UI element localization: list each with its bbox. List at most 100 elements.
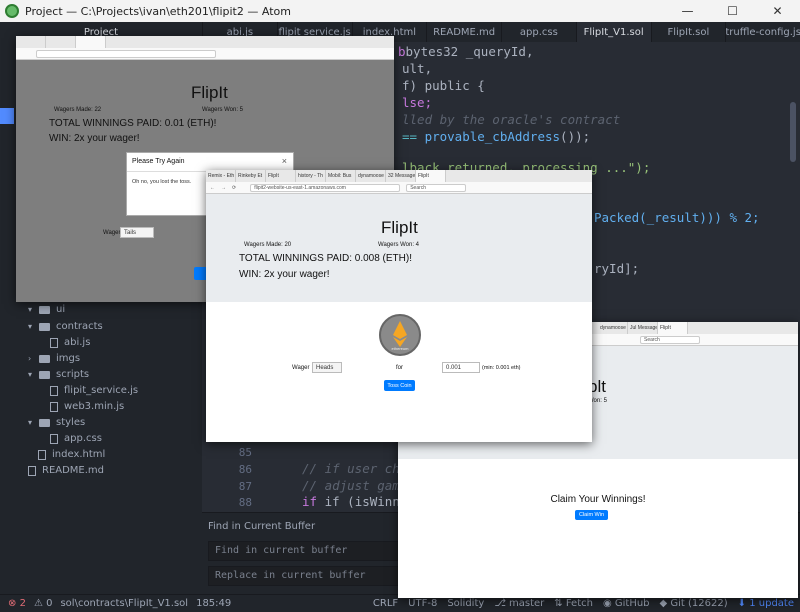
grammar[interactable]: Solidity [447, 598, 484, 609]
tree-file-web3[interactable]: web3.min.js [50, 401, 124, 412]
min-note: (min: 0.001 eth) [482, 365, 521, 371]
git-branch[interactable]: ⎇ master [494, 598, 544, 609]
code-line: // adjust game [302, 478, 408, 493]
file-icon [38, 449, 46, 460]
tree-file-abi[interactable]: abi.js [50, 337, 90, 348]
code-line: lse; [402, 95, 433, 110]
folder-icon [39, 305, 50, 314]
error-count[interactable]: ⊗ 2 [8, 598, 26, 609]
line-number: 87 [238, 480, 252, 493]
app-title: FlipIt [381, 218, 418, 237]
browser-tab[interactable]: Mobil: Bus [326, 170, 356, 182]
browser-tab[interactable]: dynamoose [598, 322, 628, 334]
browser-tab[interactable]: FlipIt [416, 170, 446, 182]
browser-tab[interactable]: FlipIt [658, 322, 688, 334]
browser-tab[interactable]: 32 Messages [386, 170, 416, 182]
git-button[interactable]: ◆ Git (12622) [660, 598, 728, 609]
browser-tab[interactable]: Rinkeby Et [236, 170, 266, 182]
tab-readme[interactable]: README.md [426, 22, 501, 42]
tree-file-index[interactable]: index.html [38, 449, 105, 460]
address-bar[interactable] [36, 49, 216, 58]
search-box[interactable]: Search [406, 183, 467, 192]
back-icon[interactable]: ← [210, 185, 215, 191]
find-panel-title: Find in Current Buffer [208, 521, 316, 532]
modal-close-button[interactable]: × [282, 156, 287, 166]
file-path[interactable]: sol\contracts\FlipIt_V1.sol [60, 598, 188, 609]
line-number: 86 [238, 463, 252, 476]
cursor-position[interactable]: 185:49 [196, 598, 231, 609]
header-area: FlipIt Wagers Made: 20 Wagers Won: 4 TOT… [206, 194, 592, 302]
folder-icon [39, 322, 50, 331]
browser-tab[interactable] [46, 36, 76, 48]
warning-count[interactable]: ⚠ 0 [34, 598, 53, 609]
atom-logo-icon [5, 4, 19, 18]
tab-app-css[interactable]: app.css [501, 22, 576, 42]
browser-tab[interactable] [16, 36, 46, 48]
close-button[interactable]: ✕ [755, 0, 800, 22]
browser-tab[interactable]: dynamoose [356, 170, 386, 182]
encoding[interactable]: UTF-8 [408, 598, 437, 609]
editor-scrollbar[interactable] [790, 102, 796, 162]
atom-titlebar: Project — C:\Projects\ivan\eth201\flipit… [0, 0, 800, 22]
browser-tab[interactable]: history - Th [296, 170, 326, 182]
tab-flipit-sol[interactable]: FlipIt.sol [650, 22, 726, 42]
tree-folder-contracts[interactable]: ▾ contracts [28, 321, 103, 332]
wagers-made: Wagers Made: 22 [54, 107, 102, 113]
modal-title: Please Try Again [132, 158, 185, 165]
code-line: Packed(_result))) % 2; [594, 210, 760, 225]
folder-icon [39, 370, 50, 379]
claim-title: Claim Your Winnings! [550, 494, 646, 505]
claim-area: Claim Your Winnings! Claim Win [398, 459, 798, 598]
line-ending[interactable]: CRLF [373, 598, 398, 609]
modal-body: Oh no, you lost the toss. [132, 179, 192, 185]
browser-tab[interactable] [76, 36, 106, 48]
tab-truffle-config[interactable]: truffle-config.js [725, 22, 800, 42]
file-icon [28, 465, 36, 476]
browser-tab[interactable]: FlipIt [266, 170, 296, 182]
game-area: ethereum Wager Heads for 0.001 (min: 0.0… [206, 302, 592, 442]
tab-flipit-v1[interactable]: FlipIt_V1.sol [575, 22, 651, 42]
address-bar[interactable]: flipit2-website-us-east-1.amazonaws.com [250, 183, 401, 192]
tree-folder-ui[interactable]: ▾ ui [28, 304, 65, 315]
update-button[interactable]: ⬇ 1 update [738, 598, 794, 609]
window-title: Project — C:\Projects\ivan\eth201\flipit… [25, 4, 291, 18]
wager-select[interactable]: Heads [312, 362, 342, 373]
search-box[interactable]: Search [640, 335, 700, 344]
app-title: FlipIt [191, 83, 228, 102]
browser-tab[interactable]: Jul Messages [628, 322, 658, 334]
tree-folder-styles[interactable]: ▾ styles [28, 417, 85, 428]
tree-folder-scripts[interactable]: ▾ scripts [28, 369, 89, 380]
browser-window-front[interactable]: Remix - Eth Rinkeby Et FlipIt history - … [206, 170, 592, 442]
folder-icon [39, 354, 50, 363]
file-icon [50, 385, 58, 396]
line-number: 85 [238, 446, 252, 459]
fetch-button[interactable]: ⇅ Fetch [554, 598, 593, 609]
code-line: f) public { [402, 78, 485, 93]
wagers-made: Wagers Made: 20 [244, 242, 292, 248]
file-icon [50, 433, 58, 444]
code-line: bbytes32 _queryId, [398, 44, 534, 59]
file-icon [50, 337, 58, 348]
tree-folder-imgs[interactable]: › imgs [28, 353, 80, 364]
reload-icon[interactable]: ⟳ [232, 185, 236, 191]
code-line: ryId]; [594, 261, 640, 276]
browser-tab[interactable]: Remix - Eth [206, 170, 236, 182]
claim-win-button[interactable]: Claim Win [575, 510, 608, 520]
toss-coin-button[interactable]: Toss Coin [384, 380, 415, 391]
minimize-button[interactable]: — [665, 0, 710, 22]
maximize-button[interactable]: ☐ [710, 0, 755, 22]
tree-file-readme[interactable]: README.md [28, 465, 104, 476]
wagers-won: Wagers Won: 5 [202, 107, 244, 113]
tree-file-flipit-service[interactable]: flipit_service.js [50, 385, 138, 396]
forward-icon[interactable]: → [221, 185, 226, 191]
code-line: == provable_cbAddress()); [402, 129, 591, 144]
wager-select[interactable]: Tails [120, 227, 154, 238]
wagers-won: Wagers Won: 4 [378, 242, 420, 248]
win-multiplier: WIN: 2x your wager! [49, 133, 140, 144]
ethereum-coin-icon: ethereum [379, 314, 421, 356]
amount-input[interactable]: 0.001 [442, 362, 480, 373]
wager-label: Wager [103, 230, 121, 236]
github-button[interactable]: ◉ GitHub [603, 598, 650, 609]
browser-tab-strip: Remix - Eth Rinkeby Et FlipIt history - … [206, 170, 592, 182]
tree-file-app-css[interactable]: app.css [50, 433, 102, 444]
